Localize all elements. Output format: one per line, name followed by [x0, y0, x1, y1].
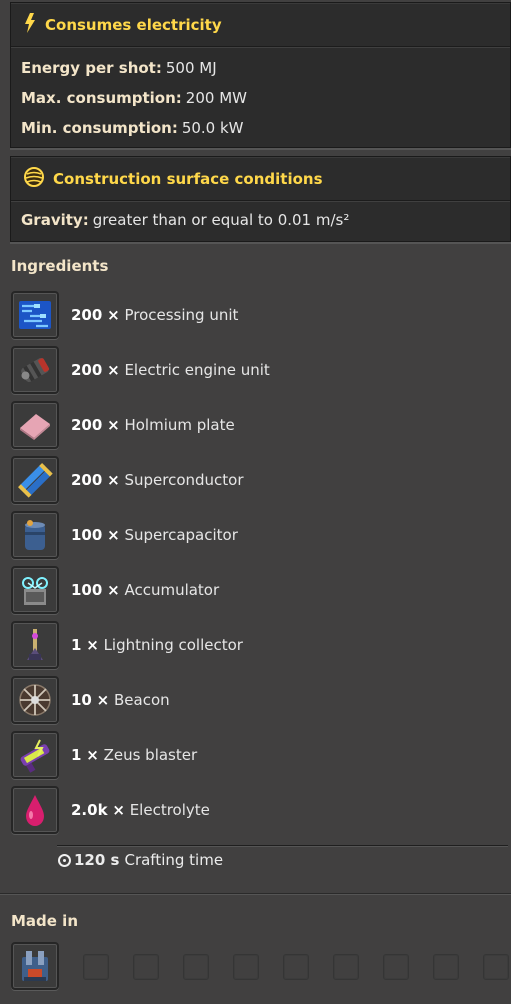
electricity-header: Consumes electricity: [11, 3, 510, 47]
energy-per-shot-row: Energy per shot: 500 MJ: [21, 59, 217, 77]
ingredient-row[interactable]: 2.0k × Electrolyte: [11, 782, 270, 837]
ingredient-row[interactable]: 100 × Accumulator: [11, 562, 270, 617]
ingredient-name: Accumulator: [124, 580, 220, 599]
gravity-row: Gravity: greater than or equal to 0.01 m…: [21, 211, 350, 229]
empty-machine-slot: [433, 954, 459, 980]
ingredient-name: Holmium plate: [124, 415, 235, 434]
crafting-time-label: Crafting time: [124, 851, 224, 869]
ingredient-name: Zeus blaster: [103, 745, 198, 764]
max-consumption-row: Max. consumption: 200 MW: [21, 89, 247, 107]
ingredient-name: Supercapacitor: [124, 525, 238, 544]
lightning-collector-icon[interactable]: [11, 620, 59, 669]
empty-machine-slot: [183, 954, 209, 980]
empty-machine-slot: [233, 954, 259, 980]
beacon-icon[interactable]: [11, 675, 59, 724]
ingredient-name: Beacon: [114, 690, 170, 709]
ingredient-name: Superconductor: [124, 470, 244, 489]
crafting-time-value: 120 s: [74, 851, 120, 869]
ingredient-row[interactable]: 200 × Holmium plate: [11, 397, 270, 452]
surface-conditions-header: Construction surface conditions: [11, 157, 510, 201]
empty-machine-slot: [383, 954, 409, 980]
made-in-row: [11, 942, 509, 990]
crafting-time: 120 s Crafting time: [58, 851, 223, 869]
electric-engine-unit-icon[interactable]: [11, 345, 59, 394]
ingredient-name: Processing unit: [124, 305, 239, 324]
ingredient-row[interactable]: 200 × Electric engine unit: [11, 342, 270, 397]
ingredient-row[interactable]: 1 × Lightning collector: [11, 617, 270, 672]
ingredient-name: Lightning collector: [103, 635, 243, 654]
empty-machine-slot: [333, 954, 359, 980]
empty-machine-slot: [133, 954, 159, 980]
crafting-divider: [57, 845, 508, 846]
accumulator-icon[interactable]: [11, 565, 59, 614]
surface-conditions-panel: Construction surface conditions Gravity:…: [10, 156, 511, 242]
cryogenic-plant-icon[interactable]: [11, 942, 59, 990]
electrolyte-icon[interactable]: [11, 785, 59, 834]
ingredient-name: Electrolyte: [129, 800, 210, 819]
ingredients-title: Ingredients: [11, 257, 109, 275]
surface-conditions-title: Construction surface conditions: [53, 169, 323, 188]
processing-unit-icon[interactable]: [11, 290, 59, 339]
empty-machine-slot: [483, 954, 509, 980]
section-divider: [0, 893, 511, 894]
superconductor-icon[interactable]: [11, 455, 59, 504]
holmium-plate-icon[interactable]: [11, 400, 59, 449]
ingredient-row[interactable]: 100 × Supercapacitor: [11, 507, 270, 562]
electricity-panel: Consumes electricity Energy per shot: 50…: [10, 2, 511, 148]
lightning-icon: [23, 12, 37, 37]
empty-machine-slot: [83, 954, 109, 980]
ingredient-row[interactable]: 10 × Beacon: [11, 672, 270, 727]
zeus-blaster-icon[interactable]: [11, 730, 59, 779]
made-in-title: Made in: [11, 912, 79, 930]
supercapacitor-icon[interactable]: [11, 510, 59, 559]
clock-icon: [58, 853, 71, 867]
empty-machine-slot: [283, 954, 309, 980]
ingredient-row[interactable]: 200 × Superconductor: [11, 452, 270, 507]
ingredient-row[interactable]: 200 × Processing unit: [11, 287, 270, 342]
planet-icon: [23, 166, 45, 192]
min-consumption-row: Min. consumption: 50.0 kW: [21, 119, 244, 137]
electricity-title: Consumes electricity: [45, 15, 222, 34]
ingredient-name: Electric engine unit: [124, 360, 270, 379]
ingredient-row[interactable]: 1 × Zeus blaster: [11, 727, 270, 782]
ingredient-list: 200 × Processing unit 200 × Electric eng…: [11, 287, 270, 837]
